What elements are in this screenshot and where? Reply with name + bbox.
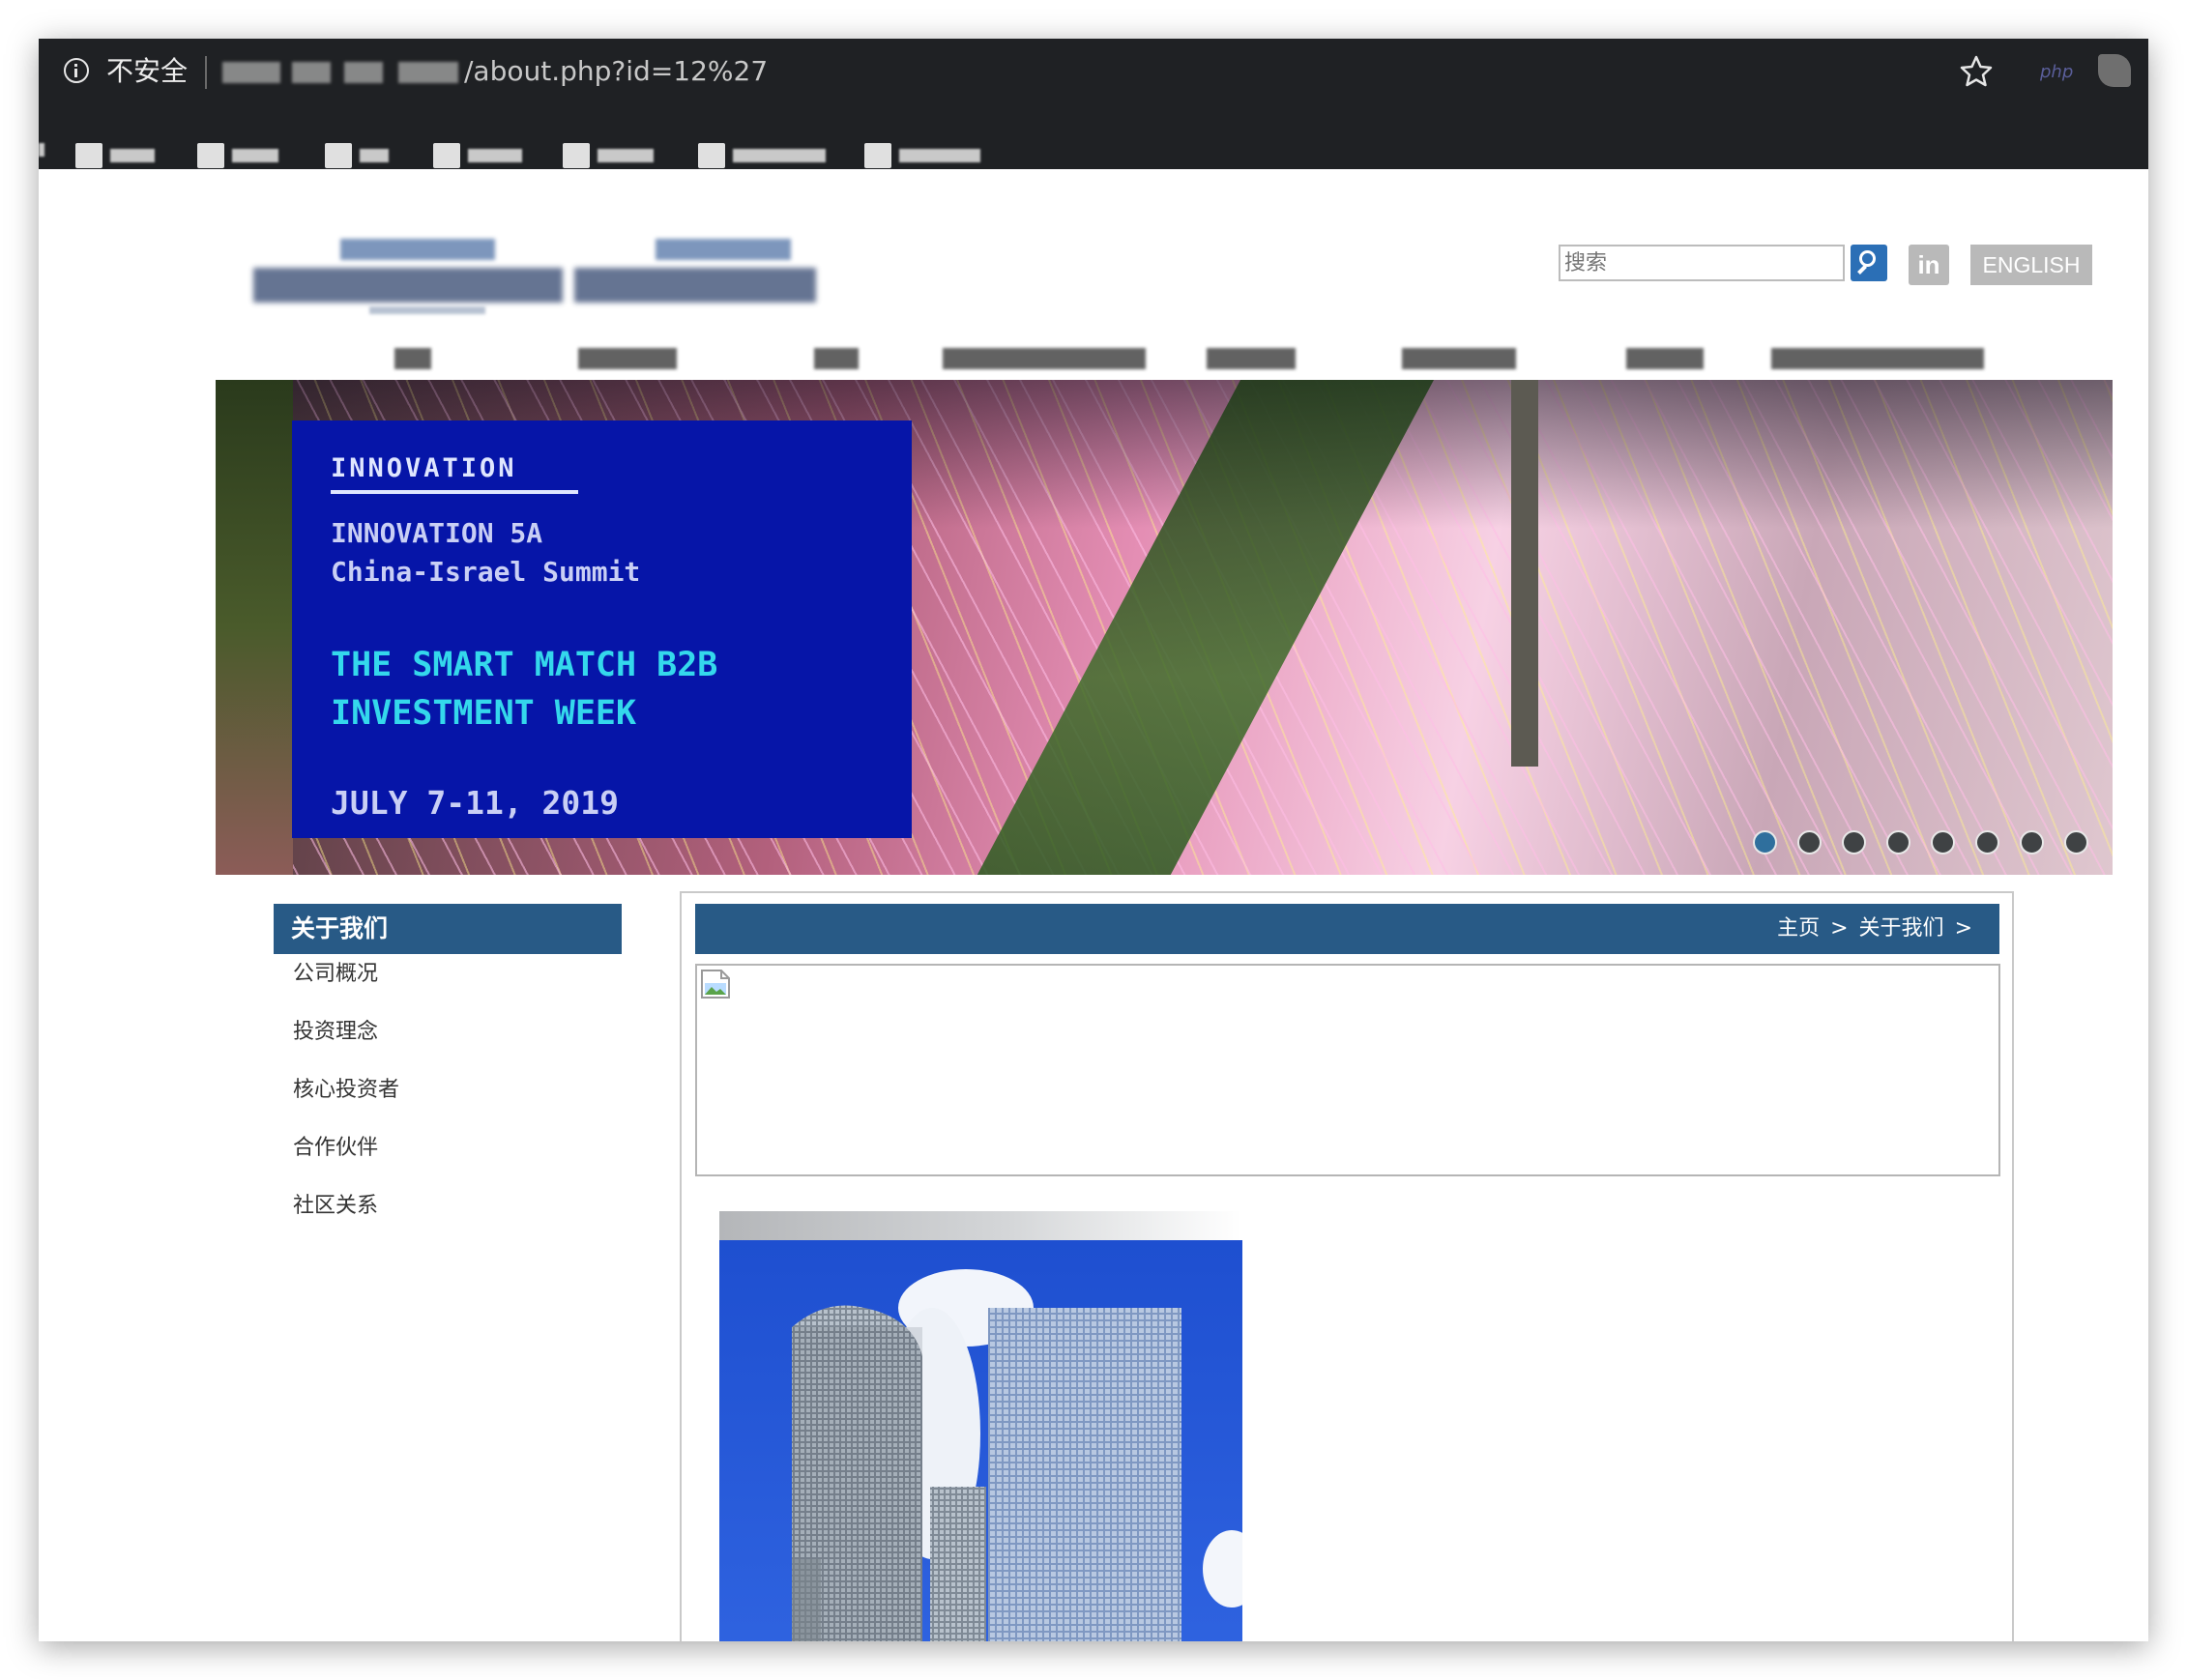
url-host-obscured: [222, 62, 280, 83]
search-button[interactable]: [1851, 245, 1887, 281]
promo-date: JULY 7-11, 2019: [331, 784, 620, 822]
nav-item[interactable]: [1402, 348, 1516, 369]
breadcrumb-separator: >: [1954, 916, 1972, 941]
folder-icon: [325, 143, 352, 168]
bookmark-item[interactable]: [197, 143, 278, 168]
breadcrumb-current-link[interactable]: 关于我们: [1859, 916, 1944, 941]
nav-item[interactable]: [1207, 348, 1296, 369]
search-icon: [1859, 250, 1876, 267]
slider-dot[interactable]: [1842, 830, 1866, 854]
php-extension-icon[interactable]: php: [2040, 58, 2073, 87]
promo-headline-1: THE SMART MATCH B2B: [331, 646, 718, 684]
sidebar-item-investment-philosophy[interactable]: 投资理念: [293, 1018, 378, 1047]
browser-toolbar: 不安全 /about.php?id=12%27 php: [39, 39, 2148, 169]
bookmark-item[interactable]: [39, 143, 44, 157]
nav-item[interactable]: [1771, 348, 1984, 369]
promo-eyebrow: INNOVATION: [331, 453, 517, 483]
slider-dot[interactable]: [1753, 830, 1777, 854]
breadcrumb-home-link[interactable]: 主页: [1777, 916, 1820, 941]
nav-item[interactable]: [814, 348, 859, 369]
folder-icon: [433, 143, 460, 168]
bookmark-item[interactable]: [698, 143, 826, 168]
sidebar-item-core-investors[interactable]: 核心投资者: [293, 1076, 399, 1105]
nav-item[interactable]: [1626, 348, 1704, 369]
folder-icon: [698, 143, 725, 168]
banner-pole: [1511, 380, 1538, 767]
url-host-obscured: [398, 62, 458, 83]
slider-dot[interactable]: [2020, 830, 2044, 854]
nav-item[interactable]: [578, 348, 677, 369]
main-nav: [39, 338, 2148, 377]
hero-banner[interactable]: INNOVATION INNOVATION 5A China-Israel Su…: [216, 380, 2113, 875]
search-input[interactable]: [1559, 245, 1845, 281]
bookmark-item[interactable]: [325, 143, 389, 168]
promo-underline: [331, 490, 578, 494]
slider-dot[interactable]: [1797, 830, 1822, 854]
url-path[interactable]: /about.php?id=12%27: [464, 52, 768, 91]
azrieli-towers-image: [719, 1240, 1242, 1641]
breadcrumb: 主页 > 关于我们 >: [695, 904, 1999, 954]
slider-dot[interactable]: [2064, 830, 2088, 854]
security-status[interactable]: 不安全: [106, 52, 188, 91]
slider-dot[interactable]: [1975, 830, 1999, 854]
promo-headline-2: INVESTMENT WEEK: [331, 694, 637, 733]
web-page: in ENGLISH INNOVATION INNOVATION 5A Chin…: [39, 169, 2148, 1641]
nav-item[interactable]: [394, 348, 431, 369]
bookmark-star-icon[interactable]: [1957, 52, 1996, 91]
sidebar-item-company-overview[interactable]: 公司概况: [293, 960, 378, 989]
partner-logo[interactable]: [574, 239, 816, 316]
language-english-button[interactable]: ENGLISH: [1970, 245, 2092, 285]
nav-item[interactable]: [943, 348, 1146, 369]
bookmark-item[interactable]: [563, 143, 654, 168]
leaf-extension-icon[interactable]: [2098, 54, 2131, 87]
url-host-obscured: [292, 62, 331, 83]
folder-icon: [563, 143, 590, 168]
company-logo[interactable]: [253, 239, 563, 316]
linkedin-button[interactable]: in: [1909, 245, 1949, 285]
banner-trees: [216, 380, 293, 875]
browser-window: 不安全 /about.php?id=12%27 php 搜索 in ENGLIS…: [39, 39, 2148, 1641]
promo-panel: INNOVATION INNOVATION 5A China-Israel Su…: [292, 420, 912, 838]
address-divider: [205, 56, 207, 89]
bookmark-item[interactable]: [75, 143, 155, 168]
bookmark-item[interactable]: [433, 143, 522, 168]
slider-dot[interactable]: [1886, 830, 1910, 854]
address-bar[interactable]: 不安全 /about.php?id=12%27 php: [39, 39, 2148, 106]
url-host-obscured: [344, 62, 383, 83]
folder-icon: [75, 143, 102, 168]
broken-image-icon: [701, 970, 730, 999]
content-image-box: [695, 964, 2000, 1176]
sidebar-item-community-relations[interactable]: 社区关系: [293, 1192, 378, 1221]
slider-dot[interactable]: [1931, 830, 1955, 854]
sidebar-item-partners[interactable]: 合作伙伴: [293, 1134, 378, 1163]
folder-icon: [864, 143, 891, 168]
slider-dots: [1753, 830, 2088, 854]
breadcrumb-separator: >: [1830, 916, 1849, 941]
info-icon[interactable]: [64, 58, 89, 83]
promo-line-1: INNOVATION 5A: [331, 517, 543, 549]
bookmark-item[interactable]: [864, 143, 980, 168]
folder-icon: [197, 143, 224, 168]
promo-line-2: China-Israel Summit: [331, 556, 641, 588]
sidebar-title: 关于我们: [274, 904, 622, 954]
